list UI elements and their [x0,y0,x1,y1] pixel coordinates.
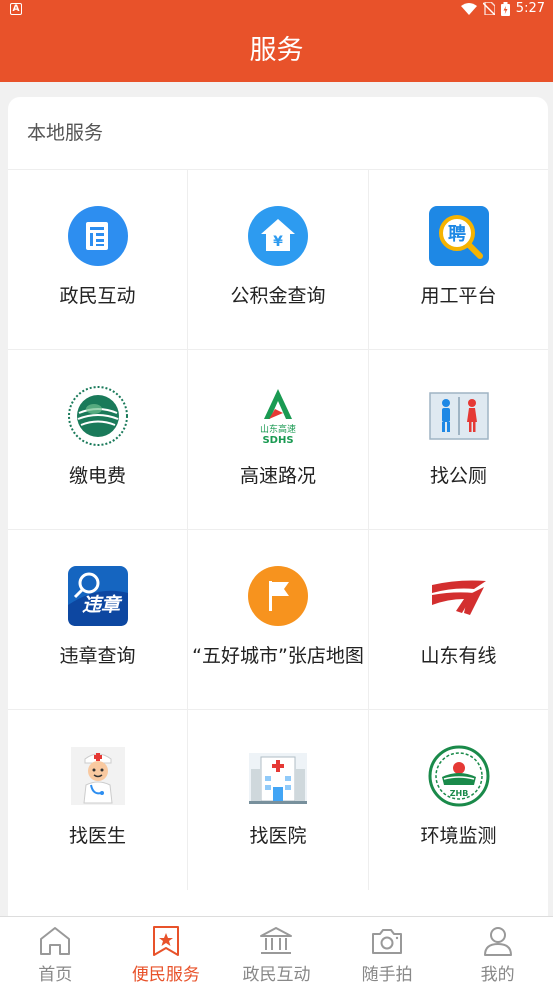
service-tile[interactable]: 政民互动 [8,170,188,350]
service-label: 用工平台 [420,285,497,307]
doctor-icon [67,745,129,807]
state-grid-logo [67,385,129,447]
service-tile[interactable]: 山东高速 SDHS 高速路况 [188,350,369,530]
notification-badge: A [10,3,22,15]
no-sim-icon [482,2,495,15]
house-yen-icon: ¥ [247,205,309,267]
service-label: 找公厕 [429,465,487,487]
service-tile[interactable]: ZHB 环境监测 [369,710,548,890]
service-tile[interactable]: “五好城市”张店地图 [188,530,369,710]
service-tile[interactable]: 找医生 [8,710,188,890]
tab-label: 我的 [480,965,515,985]
shandong-cable-logo [428,565,490,627]
svg-text:山东高速: 山东高速 [260,423,296,435]
clock: 5:27 [515,1,545,16]
status-icons: 5:27 [460,1,545,16]
service-tile[interactable]: 缴电费 [8,350,188,530]
tab-label: 首页 [38,965,73,985]
svg-text:违章: 违章 [81,594,122,616]
tab-snapshot[interactable]: 随手拍 [332,917,443,989]
service-tile[interactable]: 找医院 [188,710,369,890]
app-bar: 服务 [0,20,553,82]
services-grid: 政民互动 ¥ 公积金查询 聘 用工平台 缴电费 山东高速 SDHS 高速路况 找… [8,170,548,890]
tab-label: 随手拍 [361,965,413,985]
bottom-tab-bar: 首页 便民服务 政民互动 随手拍 我的 [0,916,553,989]
service-label: 找医院 [249,825,307,847]
tab-label: 政民互动 [242,965,311,985]
svg-text:¥: ¥ [273,234,283,250]
local-services-card: 本地服务 政民互动 ¥ 公积金查询 聘 用工平台 缴电费 山东高速 SDHS 高… [8,97,548,927]
bookmark-star-icon [152,926,179,956]
service-label: 公积金查询 [230,285,326,307]
svg-text:聘: 聘 [448,223,466,245]
service-tile[interactable]: 违章 违章查询 [8,530,188,710]
svg-text:SDHS: SDHS [262,435,293,446]
tab-mine[interactable]: 我的 [442,917,553,989]
service-label: 违章查询 [59,645,136,667]
hospital-icon [247,745,309,807]
service-label: 环境监测 [420,825,497,847]
wifi-icon [460,2,477,15]
tab-home[interactable]: 首页 [0,917,111,989]
status-bar: A 5:27 [0,0,553,20]
recruit-icon: 聘 [428,205,490,267]
service-label: “五好城市”张店地图 [192,645,364,667]
battery-icon [500,1,510,16]
tab-government[interactable]: 政民互动 [221,917,332,989]
camera-icon [372,929,403,954]
user-icon [483,927,512,956]
service-label: 政民互动 [59,285,136,307]
page-title: 服务 [249,35,304,66]
service-tile[interactable]: 找公厕 [369,350,548,530]
service-label: 高速路况 [239,465,316,487]
section-title: 本地服务 [8,97,548,170]
violation-icon: 违章 [67,565,129,627]
service-label: 山东有线 [420,645,497,667]
sdhs-logo: 山东高速 SDHS [247,385,309,447]
toilet-icon [428,385,490,447]
service-label: 找医生 [68,825,126,847]
flag-icon [247,565,309,627]
service-label: 缴电费 [68,465,126,487]
government-icon [260,927,293,954]
home-icon [40,927,71,955]
service-tile[interactable]: 山东有线 [369,530,548,710]
tab-services[interactable]: 便民服务 [111,917,222,989]
tab-label: 便民服务 [131,965,200,985]
svg-text:ZHB: ZHB [449,789,468,798]
service-tile[interactable]: ¥ 公积金查询 [188,170,369,350]
document-icon [67,205,129,267]
environment-logo: ZHB [428,745,490,807]
service-tile[interactable]: 聘 用工平台 [369,170,548,350]
